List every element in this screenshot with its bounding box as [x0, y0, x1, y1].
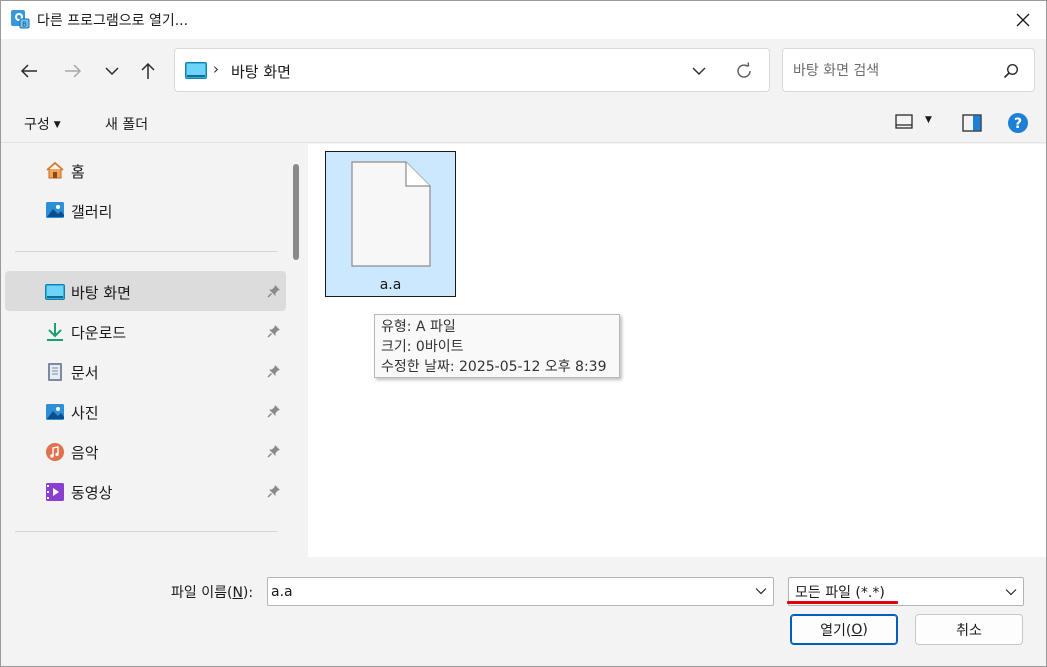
pin-icon[interactable] [267, 484, 281, 498]
sidebar-item-label: 다운로드 [71, 324, 127, 342]
file-name-input[interactable] [271, 581, 741, 602]
close-icon [1016, 13, 1030, 27]
pictures-icon [46, 404, 64, 420]
chevron-down-icon[interactable] [755, 585, 767, 597]
pin-icon[interactable] [267, 284, 281, 298]
sidebar-item-gallery[interactable]: 갤러리 [5, 191, 286, 229]
pin-icon[interactable] [267, 364, 281, 378]
tooltip-modified: 수정한 날짜: 2025-05-12 오후 8:39 [381, 359, 607, 375]
file-type-value: 모든 파일 (*.*) [795, 585, 885, 601]
recent-locations-button[interactable] [97, 57, 127, 85]
sidebar-item-label: 바탕 화면 [71, 284, 131, 302]
file-name-accesskey: N [232, 585, 243, 601]
sidebar-item-desktop[interactable]: 바탕 화면 [5, 271, 286, 311]
sidebar-item-label: 갤러리 [71, 203, 113, 221]
search-input[interactable] [793, 61, 993, 81]
open-accesskey: O [851, 621, 863, 638]
file-info-tooltip: 유형: A 파일 크기: 0바이트 수정한 날짜: 2025-05-12 오후 … [374, 314, 620, 378]
help-icon[interactable]: ? [1007, 112, 1029, 134]
cancel-button[interactable]: 취소 [915, 614, 1023, 645]
file-name-panel: 파일 이름(N): 모든 파일 (*.*) 열기(O) 취소 [1, 557, 1046, 666]
open-with-dialog: B 다른 프로그램으로 열기... › 바탕 화면 바탕 화면 검색 구성 ▼ … [0, 0, 1047, 667]
gallery-icon [46, 202, 64, 218]
tooltip-size: 크기: 0바이트 [381, 339, 464, 355]
breadcrumb-separator: › [213, 60, 219, 78]
file-item[interactable]: a.a [325, 151, 456, 297]
file-list[interactable]: a.a 유형: A 파일 크기: 0바이트 수정한 날짜: 2025-05-12… [308, 144, 1046, 557]
caret-down-icon: ▼ [53, 120, 61, 130]
svg-text:B: B [22, 21, 27, 29]
desktop-folder-icon [185, 62, 207, 79]
search-icon[interactable] [1002, 62, 1020, 80]
document-icon [48, 363, 62, 381]
sidebar-item-label: 홈 [71, 163, 85, 181]
address-bar[interactable]: › 바탕 화면 [174, 48, 770, 92]
view-mode-icon[interactable] [895, 114, 913, 130]
open-label-suffix: ) [862, 621, 868, 638]
open-button[interactable]: 열기(O) [790, 614, 898, 645]
window-title: 다른 프로그램으로 열기... [37, 13, 189, 29]
file-name-combobox[interactable] [267, 577, 774, 606]
sidebar-item-pictures[interactable]: 사진 [5, 391, 286, 431]
pin-icon[interactable] [267, 404, 281, 418]
video-icon [46, 483, 64, 501]
navigation-bar: › 바탕 화면 [1, 39, 1046, 103]
command-bar: 구성 ▼ 새 폴더 ▼ ? [1, 103, 1046, 143]
view-options-caret-icon[interactable]: ▼ [925, 115, 932, 125]
open-label: 열기( [820, 622, 852, 639]
download-icon [47, 323, 63, 341]
annotation-underline [787, 601, 898, 604]
arrow-left-icon [20, 64, 37, 78]
preview-pane-icon[interactable] [962, 114, 982, 132]
sidebar-divider [15, 251, 277, 252]
chevron-down-icon [105, 67, 119, 76]
sidebar-scrollbar-thumb[interactable] [293, 164, 299, 260]
chevron-down-icon [1005, 589, 1017, 596]
home-icon [46, 161, 64, 179]
sidebar-item-label: 동영상 [71, 484, 113, 502]
breadcrumb-current[interactable]: 바탕 화면 [231, 61, 291, 82]
organize-label: 구성 [24, 117, 50, 133]
sidebar-item-downloads[interactable]: 다운로드 [5, 311, 286, 351]
refresh-icon [737, 62, 751, 78]
forward-button[interactable] [58, 57, 88, 85]
file-name-label: 파일 이름(N): [171, 582, 253, 602]
file-name-label-text: 파일 이름( [171, 585, 233, 601]
address-history-button[interactable] [689, 61, 709, 81]
arrow-right-icon [65, 64, 82, 78]
sidebar-item-label: 사진 [71, 404, 99, 422]
arrow-up-icon [141, 62, 155, 79]
desktop-icon [45, 284, 65, 300]
search-box[interactable] [782, 48, 1035, 92]
back-button[interactable] [14, 57, 44, 85]
tooltip-type: 유형: A 파일 [381, 319, 456, 335]
music-icon [46, 443, 64, 461]
chevron-down-icon [692, 67, 706, 75]
organize-menu-button[interactable]: 구성 ▼ [24, 114, 61, 134]
refresh-button[interactable] [733, 60, 755, 82]
sidebar-item-label: 음악 [71, 444, 99, 462]
svg-text:?: ? [1014, 116, 1022, 132]
navigation-pane: 홈 갤러리 바탕 화면 다운로드 문서 사진 음악 동영상 [1, 144, 301, 557]
pin-icon[interactable] [267, 444, 281, 458]
file-name-label-suffix: ): [242, 585, 254, 601]
sidebar-item-documents[interactable]: 문서 [5, 351, 286, 391]
sidebar-item-home[interactable]: 홈 [5, 151, 286, 189]
app-icon: B [11, 10, 30, 29]
sidebar-divider [15, 531, 277, 532]
new-folder-button[interactable]: 새 폴더 [105, 114, 148, 134]
title-bar: B 다른 프로그램으로 열기... [1, 1, 1046, 39]
blank-file-icon [351, 161, 431, 267]
sidebar-item-label: 문서 [71, 364, 99, 382]
file-name: a.a [379, 277, 402, 293]
sidebar-item-music[interactable]: 음악 [5, 431, 286, 471]
close-button[interactable] [1000, 1, 1046, 39]
sidebar-item-videos[interactable]: 동영상 [5, 471, 286, 511]
pin-icon[interactable] [267, 324, 281, 338]
up-button[interactable] [133, 57, 163, 85]
